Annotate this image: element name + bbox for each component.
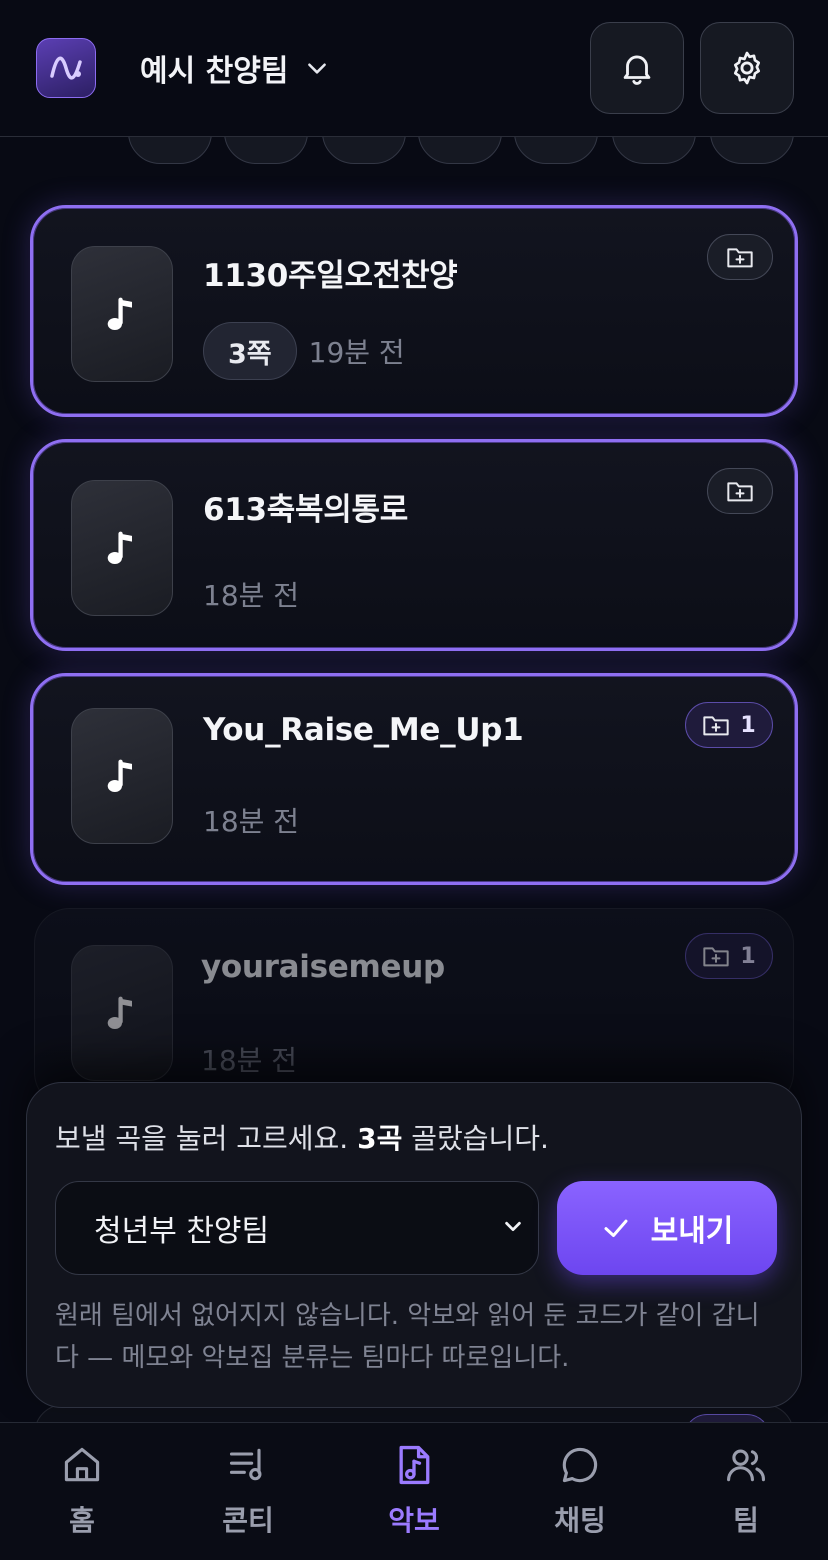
sheet-music-icon (399, 1445, 430, 1485)
music-note-icon (107, 759, 132, 792)
page-count-badge: 3쪽 (203, 322, 297, 380)
add-to-folder-button[interactable] (707, 234, 773, 280)
settings-button[interactable] (700, 22, 794, 114)
folder-count: 1 (740, 712, 756, 738)
team-name: 예시 찬양팀 (140, 54, 289, 89)
notifications-button[interactable] (590, 22, 684, 114)
wave-logo-icon (50, 56, 82, 80)
selection-message: 보낼 곡을 눌러 고르세요. 3곡 골랐습니다. (55, 1122, 549, 1155)
sheet-title: 613축복의통로 (203, 492, 408, 528)
chat-icon (562, 1447, 598, 1483)
sheet-title: You_Raise_Me_Up1 (203, 712, 524, 748)
music-note-icon (107, 531, 132, 564)
nav-label: 팀 (733, 1504, 759, 1537)
send-label: 보내기 (650, 1214, 734, 1249)
check-icon (604, 1219, 628, 1237)
sheet-thumbnail (71, 945, 173, 1081)
nav-label: 채팅 (554, 1504, 606, 1537)
team-switcher[interactable]: 예시 찬양팀 (140, 46, 330, 90)
music-note-icon (107, 297, 132, 330)
folder-plus-icon (703, 947, 730, 967)
send-button[interactable]: 보내기 (557, 1181, 777, 1275)
bottom-nav: 홈 콘티 악보 채팅 팀 (0, 1422, 828, 1560)
nav-item-sheet-music[interactable]: 악보 (354, 1443, 474, 1539)
home-icon (64, 1447, 100, 1482)
folder-plus-icon (703, 716, 730, 736)
updated-time: 19분 전 (308, 336, 405, 369)
folder-count: 1 (740, 943, 756, 969)
selected-count: 3곡 (357, 1122, 403, 1155)
sheet-card[interactable]: 613축복의통로 18분 전 (30, 439, 798, 651)
sheet-card[interactable]: 1130주일오전찬양 3쪽 19분 전 (30, 205, 798, 417)
sheet-thumbnail (71, 246, 173, 382)
updated-time: 18분 전 (203, 805, 300, 838)
nav-label: 악보 (388, 1504, 440, 1537)
app-logo[interactable] (36, 38, 96, 98)
target-team-value: 청년부 찬양팀 (94, 1214, 270, 1249)
chevron-down-icon (505, 1221, 521, 1232)
send-panel: 보낼 곡을 눌러 고르세요. 3곡 골랐습니다. 청년부 찬양팀 보내기 원래 … (26, 1082, 802, 1408)
team-icon (727, 1449, 765, 1482)
bell-icon (623, 55, 651, 85)
sheet-thumbnail (71, 480, 173, 616)
nav-label: 콘티 (222, 1504, 274, 1537)
sheet-card[interactable]: youraisemeup 18분 전 1 (34, 908, 794, 1108)
folder-plus-icon (727, 482, 753, 502)
add-to-folder-button[interactable] (707, 468, 773, 514)
nav-item-chat[interactable]: 채팅 (520, 1443, 640, 1539)
setlist-icon (229, 1448, 262, 1481)
sheet-title: youraisemeup (201, 949, 445, 985)
sheet-thumbnail (71, 708, 173, 844)
folder-plus-icon (727, 248, 753, 268)
nav-item-home[interactable]: 홈 (22, 1443, 142, 1539)
nav-label: 홈 (69, 1504, 95, 1537)
gear-icon (733, 51, 761, 85)
folder-count-button[interactable]: 1 (685, 933, 773, 979)
updated-time: 18분 전 (201, 1044, 298, 1077)
updated-time: 18분 전 (203, 579, 300, 612)
sheet-title: 1130주일오전찬양 (203, 258, 458, 294)
folder-count-button[interactable]: 1 (685, 702, 773, 748)
target-team-select[interactable]: 청년부 찬양팀 (55, 1181, 539, 1275)
nav-item-setlist[interactable]: 콘티 (188, 1443, 308, 1539)
app-header: 예시 찬양팀 (0, 0, 828, 137)
send-note: 원래 팀에서 없어지지 않습니다. 악보와 읽어 둔 코드가 같이 갑니다 — … (55, 1301, 760, 1373)
chevron-down-icon (308, 63, 327, 74)
nav-item-team[interactable]: 팀 (686, 1443, 806, 1539)
music-note-icon (107, 996, 132, 1029)
sheet-card[interactable]: You_Raise_Me_Up1 18분 전 1 (30, 673, 798, 885)
